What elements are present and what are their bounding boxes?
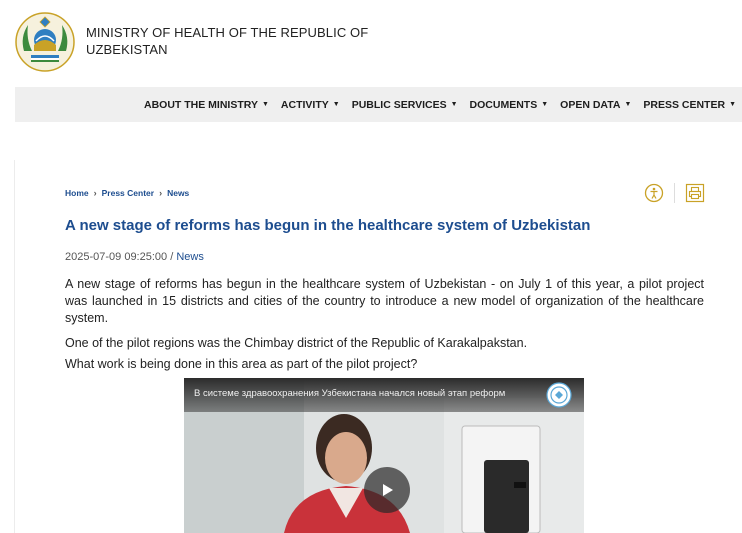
article-paragraph: What work is being done in this area as … <box>65 357 418 371</box>
caret-down-icon: ▼ <box>261 101 269 108</box>
caret-down-icon: ▼ <box>729 101 736 108</box>
nav-item-label: OPEN DATA <box>560 98 621 111</box>
accessibility-icon <box>644 183 664 203</box>
nav-item-press-center[interactable]: PRESS CENTER ▼ <box>643 99 736 111</box>
ministry-name[interactable]: MINISTRY OF HEALTH OF THE REPUBLIC OF UZ… <box>86 24 386 58</box>
meta-separator: / <box>167 251 177 263</box>
article-datetime: 2025-07-09 09:25:00 <box>65 251 168 263</box>
article-paragraph: A new stage of reforms has begun in the … <box>65 277 704 325</box>
nav-item-open-data[interactable]: OPEN DATA ▼ <box>560 99 631 111</box>
nav-item-documents[interactable]: DOCUMENTS ▼ <box>470 99 549 111</box>
chevron-right-icon: › <box>159 188 163 198</box>
article-paragraph: One of the pilot regions was the Chimbay… <box>65 336 528 350</box>
article-tools <box>643 182 706 204</box>
video-title-bar: В системе здравоохранения Узбекистана на… <box>184 378 584 412</box>
nav-item-label: DOCUMENTS <box>469 98 538 111</box>
nav-item-public-services[interactable]: PUBLIC SERVICES ▼ <box>352 99 458 111</box>
caret-down-icon: ▼ <box>541 101 549 108</box>
breadcrumb: Home › Press Center › News <box>65 188 189 198</box>
print-icon <box>685 183 705 203</box>
breadcrumb-news[interactable]: News <box>167 188 189 198</box>
play-icon <box>383 484 393 496</box>
nav-item-label: ABOUT THE MINISTRY <box>144 98 258 111</box>
video-title: В системе здравоохранения Узбекистана на… <box>194 388 506 399</box>
play-button[interactable] <box>364 467 410 513</box>
caret-down-icon: ▼ <box>332 101 340 108</box>
article-category-link[interactable]: News <box>176 251 204 263</box>
channel-logo-icon[interactable] <box>546 382 572 408</box>
tool-divider <box>674 183 675 203</box>
nav-item-about-the-ministry[interactable]: ABOUT THE MINISTRY ▼ <box>144 99 269 111</box>
article-title: A new stage of reforms has begun in the … <box>65 217 591 234</box>
content-divider <box>14 160 15 533</box>
caret-down-icon: ▼ <box>624 101 632 108</box>
video-player[interactable]: В системе здравоохранения Узбекистана на… <box>184 378 584 533</box>
breadcrumb-press-center[interactable]: Press Center <box>102 188 154 198</box>
nav-item-activity[interactable]: ACTIVITY ▼ <box>281 99 340 111</box>
site-header: MINISTRY OF HEALTH OF THE REPUBLIC OF UZ… <box>0 0 742 86</box>
caret-down-icon: ▼ <box>450 101 458 108</box>
article-meta: 2025-07-09 09:25:00 / News <box>65 251 204 263</box>
state-emblem-icon[interactable] <box>14 11 76 73</box>
main-navigation: ABOUT THE MINISTRY ▼ ACTIVITY ▼ PUBLIC S… <box>15 87 742 122</box>
chevron-right-icon: › <box>93 188 97 198</box>
nav-item-label: PUBLIC SERVICES <box>351 98 447 111</box>
nav-item-label: ACTIVITY <box>280 98 329 111</box>
breadcrumb-home[interactable]: Home <box>65 188 89 198</box>
nav-item-label: PRESS CENTER <box>643 98 726 111</box>
accessibility-button[interactable] <box>643 182 665 204</box>
print-button[interactable] <box>684 182 706 204</box>
